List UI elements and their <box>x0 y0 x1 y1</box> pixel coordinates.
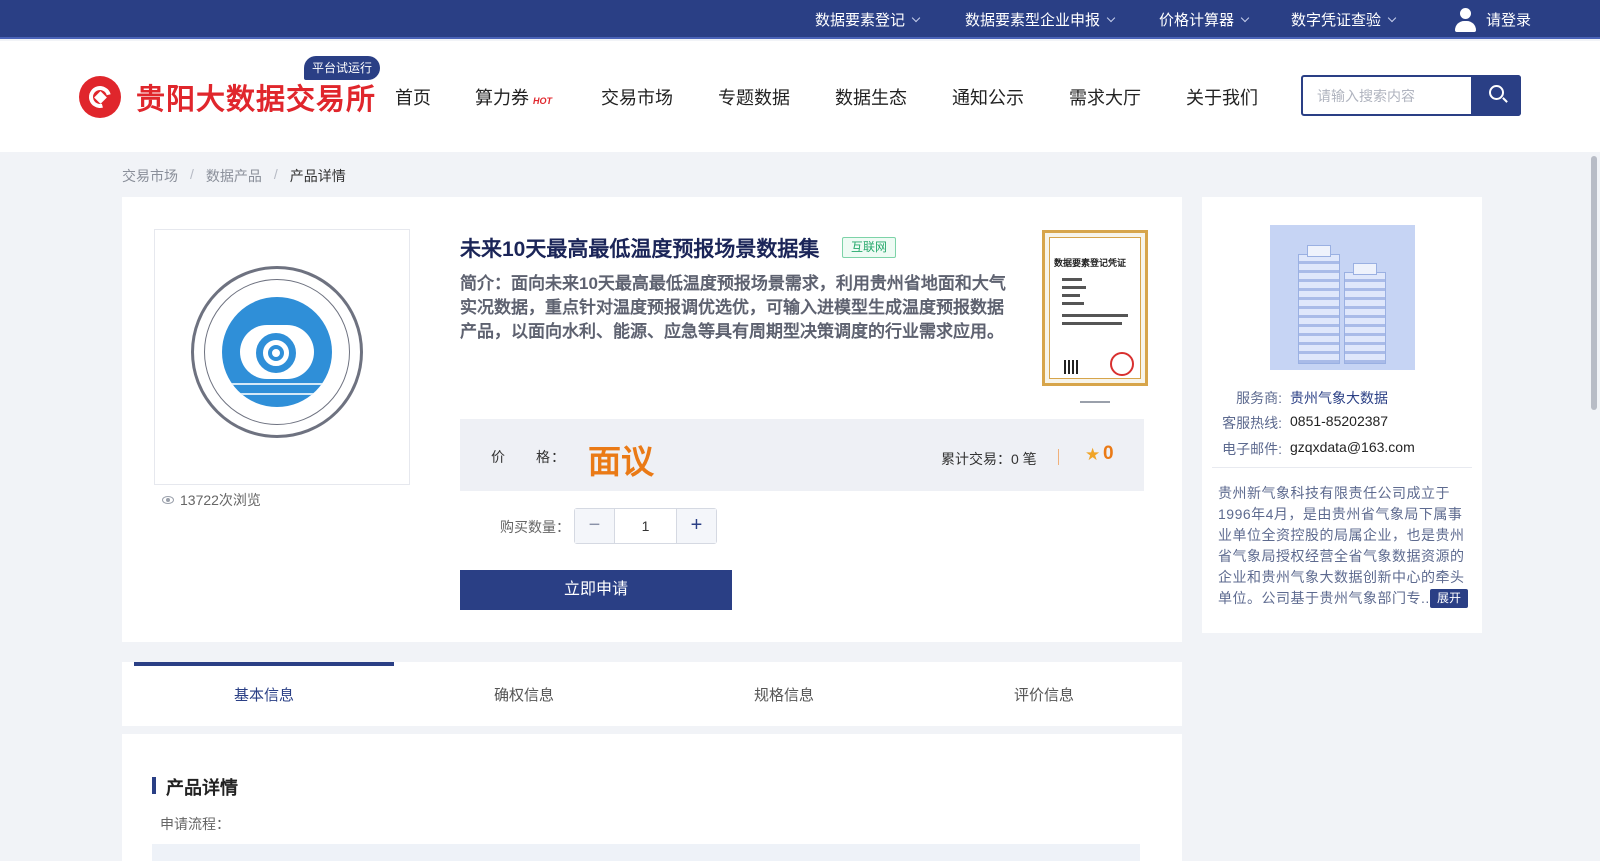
chevron-down-icon <box>1106 13 1116 22</box>
category-tag: 互联网 <box>842 237 897 258</box>
beta-badge: 平台试运行 <box>304 56 381 80</box>
price-label: 价 格： <box>491 449 566 465</box>
quantity-input[interactable] <box>615 509 676 543</box>
tab-spec-info[interactable]: 规格信息 <box>654 662 914 726</box>
product-description: 简介：面向未来10天最高最低温度预报场景需求，利用贵州省地面和大气实况数据，重点… <box>460 274 1006 341</box>
menu-certificate-check[interactable]: 数字凭证查验 <box>1291 0 1397 39</box>
menu-label: 数据要素型企业申报 <box>965 12 1101 29</box>
chevron-down-icon <box>1387 13 1397 22</box>
nav-about[interactable]: 关于我们 <box>1186 41 1258 152</box>
nav-notices[interactable]: 通知公示 <box>952 41 1024 152</box>
nav-label: 数据生态 <box>835 87 907 108</box>
menu-price-calculator[interactable]: 价格计算器 <box>1159 0 1250 39</box>
menu-label: 数据要素登记 <box>815 12 906 29</box>
decrease-button[interactable]: − <box>575 509 615 543</box>
tab-rights-info[interactable]: 确权信息 <box>394 662 654 726</box>
certificate-title: 数据要素登记凭证 <box>1054 258 1127 268</box>
quantity-label: 购买数量： <box>500 519 570 535</box>
rating-value: 0 <box>1103 443 1114 464</box>
nav-demand-hall[interactable]: 需求大厅 <box>1069 41 1141 152</box>
provider-building-icon <box>1270 225 1415 370</box>
star-icon: ★ <box>1085 445 1101 464</box>
chevron-down-icon <box>911 13 921 22</box>
nav-topic-data[interactable]: 专题数据 <box>718 41 790 152</box>
price-bar: 价 格： 面议 累计交易：0 笔 ★ 0 <box>460 419 1144 491</box>
product-detail-section: 产品详情 申请流程： <box>122 734 1182 861</box>
nav-label: 通知公示 <box>952 87 1024 108</box>
tab-review-info[interactable]: 评价信息 <box>914 662 1174 726</box>
increase-button[interactable]: + <box>676 509 716 543</box>
menu-label: 数字凭证查验 <box>1291 12 1382 29</box>
price-value: 面议 <box>588 443 654 480</box>
view-count: 13722次浏览 <box>162 490 261 510</box>
divider <box>1058 449 1059 465</box>
product-title: 未来10天最高最低温度预报场景数据集 <box>460 238 820 261</box>
nav-label: 交易市场 <box>601 87 673 108</box>
expand-wrap: 展开 <box>1430 589 1469 608</box>
login-label: 请登录 <box>1486 12 1532 29</box>
meteorology-logo <box>191 266 363 438</box>
quantity-stepper: − + <box>574 508 717 544</box>
menu-label: 价格计算器 <box>1159 12 1235 29</box>
breadcrumb-data-products[interactable]: 数据产品 <box>206 166 262 186</box>
nav-label: 需求大厅 <box>1069 87 1141 108</box>
logo-icon[interactable] <box>79 76 121 118</box>
top-bar: 数据要素登记 数据要素型企业申报 价格计算器 数字凭证查验 请登录 <box>0 0 1600 39</box>
divider <box>1212 467 1472 468</box>
eye-icon <box>162 496 174 504</box>
search-box <box>1301 75 1521 116</box>
product-image <box>154 229 410 485</box>
header: 贵阳大数据交易所 平台试运行 首页 算力券 HOT 交易市场 专题数据 数据生态 … <box>0 41 1600 152</box>
hot-badge: HOT <box>533 95 552 106</box>
registration-certificate[interactable]: 数据要素登记凭证 <box>1042 230 1148 386</box>
nav-compute-voucher[interactable]: 算力券 HOT <box>475 41 552 152</box>
menu-data-registration[interactable]: 数据要素登记 <box>815 0 921 39</box>
nav-ecosystem[interactable]: 数据生态 <box>835 41 907 152</box>
stamp-icon <box>1110 352 1134 376</box>
hotline-value: 0851-85202387 <box>1290 413 1389 429</box>
email-label: 电子邮件: <box>1222 441 1282 457</box>
breadcrumb-separator: / <box>190 166 194 182</box>
product-card: 13722次浏览 未来10天最高最低温度预报场景数据集 互联网 简介：面向未来1… <box>122 197 1182 642</box>
nav-label: 关于我们 <box>1186 87 1258 108</box>
brand-name[interactable]: 贵阳大数据交易所 <box>136 76 376 118</box>
user-icon <box>1454 7 1476 32</box>
hotline-label: 客服热线: <box>1222 415 1282 431</box>
apply-button[interactable]: 立即申请 <box>460 570 732 610</box>
search-input[interactable] <box>1303 77 1473 114</box>
breadcrumb-market[interactable]: 交易市场 <box>122 166 178 186</box>
login-link[interactable]: 请登录 <box>1454 0 1531 39</box>
provider-card: 服务商: 贵州气象大数据 客服热线: 0851-85202387 电子邮件: g… <box>1202 197 1482 633</box>
breadcrumb-separator: / <box>273 166 278 182</box>
qr-code-icon <box>1064 360 1078 374</box>
nav-label: 专题数据 <box>718 87 790 108</box>
search-icon <box>1489 85 1504 100</box>
page-scrollbar[interactable] <box>1588 152 1600 861</box>
nav-market[interactable]: 交易市场 <box>601 41 673 152</box>
service-label: 服务商: <box>1236 390 1282 406</box>
nav-label: 算力券 <box>475 87 529 108</box>
detail-tabs: 基本信息 确权信息 规格信息 评价信息 <box>122 662 1182 726</box>
tab-basic-info[interactable]: 基本信息 <box>134 662 394 726</box>
chevron-down-icon <box>1240 13 1250 22</box>
scrollbar-thumb[interactable] <box>1591 156 1597 410</box>
expand-button[interactable]: 展开 <box>1430 589 1469 608</box>
process-panel <box>152 844 1140 861</box>
carousel-indicator[interactable] <box>1080 401 1110 403</box>
trade-count: 累计交易：0 笔 <box>941 451 1037 467</box>
nav-home[interactable]: 首页 <box>395 41 431 152</box>
menu-enterprise-declaration[interactable]: 数据要素型企业申报 <box>965 0 1116 39</box>
breadcrumb: 交易市场 / 数据产品 / 产品详情 <box>122 166 346 186</box>
view-count-text: 13722次浏览 <box>180 492 261 508</box>
breadcrumb-current: 产品详情 <box>289 168 346 184</box>
service-provider-link[interactable]: 贵州气象大数据 <box>1290 388 1388 408</box>
section-title: 产品详情 <box>152 774 238 800</box>
nav-label: 首页 <box>395 87 431 108</box>
application-process-label: 申请流程： <box>160 816 230 832</box>
search-button[interactable] <box>1471 75 1521 116</box>
email-value: gzqxdata@163.com <box>1290 439 1415 455</box>
